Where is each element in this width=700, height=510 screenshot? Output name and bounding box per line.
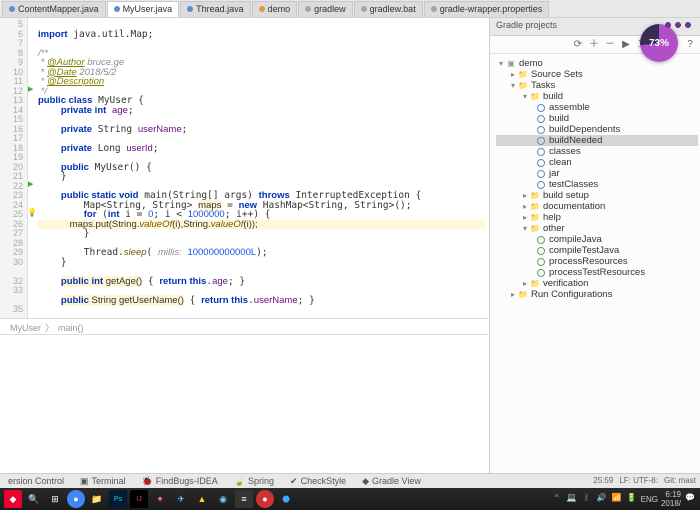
tab-contentmapper[interactable]: ContentMapper.java [2, 1, 106, 17]
task-buildneeded[interactable]: buildNeeded [496, 135, 698, 146]
task-compiletestjava[interactable]: compileTestJava [496, 245, 698, 256]
lower-panel [0, 334, 489, 488]
tab-terminal[interactable]: ▣ Terminal [72, 476, 134, 487]
tab-gradlew[interactable]: gradlew [298, 1, 353, 17]
task-assemble[interactable]: assemble [496, 102, 698, 113]
task-testclasses[interactable]: testClasses [496, 179, 698, 190]
tab-gradlewrapper[interactable]: gradle-wrapper.properties [424, 1, 550, 17]
task-build[interactable]: build [496, 113, 698, 124]
profiler-pie-icon[interactable]: 73% [640, 24, 678, 62]
tray-notif-icon[interactable]: 💬 [684, 493, 696, 505]
tray-bt-icon[interactable]: ᛒ [581, 493, 593, 505]
app-10-icon[interactable]: ⬣ [277, 490, 295, 508]
tab-findbugs[interactable]: 🐞 FindBugs-IDEA [134, 476, 226, 487]
tray-net-icon[interactable]: 💻 [566, 493, 578, 505]
app-6-icon[interactable]: ▲ [193, 490, 211, 508]
tab-gradlewbat[interactable]: gradlew.bat [354, 1, 423, 17]
tray-bat-icon[interactable]: 🔋 [626, 493, 638, 505]
app-intellij-icon[interactable]: IJ [130, 490, 148, 508]
run-icon[interactable]: ▶ [28, 85, 33, 93]
refresh-icon[interactable]: ⟳ [572, 39, 584, 51]
tray-lang[interactable]: ENG [641, 495, 658, 504]
tab-spring[interactable]: 🍃 Spring [226, 476, 282, 487]
tab-gradleview[interactable]: ◆ Gradle View [354, 476, 429, 487]
app-chrome-icon[interactable]: ● [67, 490, 85, 508]
app-9-icon[interactable]: ● [256, 490, 274, 508]
line-gutter: 56789 1011121314 1516171819 2021222324 2… [0, 18, 28, 318]
task-clean[interactable]: clean [496, 157, 698, 168]
attach-icon[interactable]: ＋ [588, 39, 600, 51]
tray-wifi-icon[interactable]: 📶 [611, 493, 623, 505]
task-compilejava[interactable]: compileJava [496, 234, 698, 245]
app-ps-icon[interactable]: Ps [109, 490, 127, 508]
task-processtestresources[interactable]: processTestResources [496, 267, 698, 278]
status-bar: 25:59LF: UTF-8:Git: mast [593, 473, 696, 488]
gutter-margin: ▶ ▶ 💡 [28, 18, 34, 318]
bulb-icon[interactable]: 💡 [27, 208, 37, 217]
search-icon[interactable]: 🔍 [25, 490, 43, 508]
taskview-icon[interactable]: ⊞ [46, 490, 64, 508]
task-classes[interactable]: classes [496, 146, 698, 157]
editor-tab-row: ContentMapper.java MyUser.java Thread.ja… [0, 0, 700, 18]
tab-demo[interactable]: demo [252, 1, 298, 17]
task-jar[interactable]: jar [496, 168, 698, 179]
task-builddependents[interactable]: buildDependents [496, 124, 698, 135]
tray-vol-icon[interactable]: 🔊 [596, 493, 608, 505]
detach-icon[interactable]: － [604, 39, 616, 51]
start-icon[interactable]: ◆ [4, 490, 22, 508]
tab-version-control[interactable]: ersion Control [0, 476, 72, 486]
code-editor[interactable]: 56789 1011121314 1516171819 2021222324 2… [0, 18, 489, 318]
system-tray[interactable]: ^ 💻 ᛒ 🔊 📶 🔋 ENG 6:192018/ 💬 [551, 490, 696, 508]
gradle-panel: Gradle projects ⟳ ＋ － ▶ ⇲ ⇱ ⚙ ? ▾▣demo ▸… [490, 18, 700, 488]
task-processresources[interactable]: processResources [496, 256, 698, 267]
tray-up-icon[interactable]: ^ [551, 493, 563, 505]
code-area[interactable]: import java.util.Map; /** * @Author bruc… [34, 18, 489, 318]
help-icon[interactable]: ? [684, 39, 696, 51]
windows-taskbar: ◆ 🔍 ⊞ ● 📁 Ps IJ ✦ ✈ ▲ ◉ ≡ ● ⬣ ^ 💻 ᛒ 🔊 📶 … [0, 488, 700, 510]
tab-myuser[interactable]: MyUser.java [107, 1, 180, 17]
gradle-tree[interactable]: ▾▣demo ▸📁Source Sets ▾📁Tasks ▾📁build ass… [490, 54, 700, 488]
app-folder-icon[interactable]: 📁 [88, 490, 106, 508]
breadcrumb: MyUser〉main() [0, 318, 489, 334]
app-5-icon[interactable]: ✈ [172, 490, 190, 508]
tab-checkstyle[interactable]: ✔ CheckStyle [282, 476, 354, 487]
app-7-icon[interactable]: ◉ [214, 490, 232, 508]
app-8-icon[interactable]: ≡ [235, 490, 253, 508]
execute-icon[interactable]: ▶ [620, 39, 632, 51]
tab-thread[interactable]: Thread.java [180, 1, 251, 17]
app-4-icon[interactable]: ✦ [151, 490, 169, 508]
run-icon[interactable]: ▶ [28, 180, 33, 188]
